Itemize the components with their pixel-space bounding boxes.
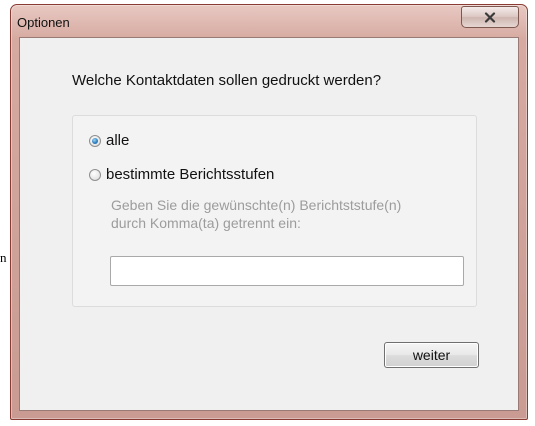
options-dialog-window: Optionen Welche Kontaktdaten sollen gedr… bbox=[10, 4, 528, 420]
close-button[interactable] bbox=[461, 6, 519, 28]
hint-line-2: durch Komma(ta) getrennt ein: bbox=[111, 215, 301, 231]
question-label: Welche Kontaktdaten sollen gedruckt werd… bbox=[72, 72, 382, 89]
report-levels-input[interactable] bbox=[110, 256, 464, 286]
hint-line-1: Geben Sie die gewünschte(n) Berichtststu… bbox=[111, 197, 402, 213]
option-group: alle bestimmte Berichtsstufen Geben Sie … bbox=[72, 115, 477, 307]
radio-option-alle[interactable]: alle bbox=[89, 132, 129, 149]
weiter-button[interactable]: weiter bbox=[384, 342, 479, 368]
close-x-icon bbox=[484, 11, 496, 23]
radio-label-bestimmte: bestimmte Berichtsstufen bbox=[106, 166, 275, 183]
window-title: Optionen bbox=[17, 15, 70, 30]
radio-button-selected[interactable] bbox=[89, 134, 101, 147]
radio-option-bestimmte-berichtsstufen[interactable]: bestimmte Berichtsstufen bbox=[89, 166, 274, 183]
radio-label-alle: alle bbox=[106, 132, 130, 149]
hint-text: Geben Sie die gewünschte(n) Berichtststu… bbox=[111, 196, 481, 232]
background-glyph: n bbox=[0, 250, 7, 265]
radio-button-unselected[interactable] bbox=[89, 168, 101, 181]
title-bar[interactable]: Optionen bbox=[11, 5, 527, 39]
dialog-client-area: Welche Kontaktdaten sollen gedruckt werd… bbox=[19, 37, 519, 411]
